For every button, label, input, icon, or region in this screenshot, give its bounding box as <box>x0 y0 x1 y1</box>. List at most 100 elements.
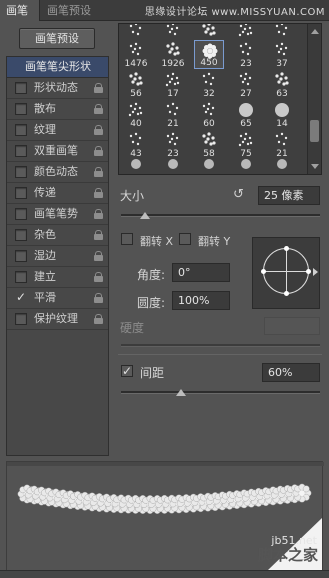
sidebar-item[interactable]: 湿边 <box>7 246 108 267</box>
size-slider-track[interactable] <box>121 214 320 217</box>
brush-tip-cell[interactable]: 450 <box>194 40 224 69</box>
angle-handle-right[interactable] <box>306 269 311 274</box>
sidebar-item-label: 建立 <box>34 270 56 283</box>
brush-tip-cell[interactable]: 65 <box>231 100 261 129</box>
sidebar-item[interactable]: 纹理 <box>7 120 108 141</box>
brush-tip-icon <box>128 102 143 117</box>
option-checkbox[interactable] <box>15 208 27 220</box>
roundness-handle-top[interactable] <box>284 246 289 251</box>
brush-tip-cell[interactable] <box>267 154 297 174</box>
lock-icon[interactable] <box>94 230 103 240</box>
size-field[interactable]: 25 像素 <box>258 186 320 205</box>
lock-icon[interactable] <box>94 104 103 114</box>
option-checkbox[interactable] <box>15 250 27 262</box>
sidebar-item[interactable]: 保护纹理 <box>7 309 108 330</box>
flip-y-label: 翻转 Y <box>198 235 231 248</box>
brush-tip-icon <box>204 159 214 169</box>
lock-icon[interactable] <box>94 167 103 177</box>
brush-tip-cell[interactable]: 1476 <box>121 40 151 69</box>
scroll-down-arrow-icon[interactable] <box>311 164 319 169</box>
lock-icon[interactable] <box>94 83 103 93</box>
brush-presets-button[interactable]: 画笔预设 <box>19 28 95 49</box>
option-checkbox[interactable] <box>15 103 27 115</box>
sidebar-item[interactable]: 形状动态 <box>7 78 108 99</box>
sidebar-item[interactable]: 传递 <box>7 183 108 204</box>
angle-field[interactable]: 0° <box>172 263 230 282</box>
lock-icon[interactable] <box>94 251 103 261</box>
lock-icon[interactable] <box>94 209 103 219</box>
checkmark-icon[interactable]: ✓ <box>15 290 27 304</box>
brush-tip-cell[interactable]: 63 <box>267 70 297 99</box>
flip-x-checkbox[interactable] <box>121 233 133 245</box>
lock-icon[interactable] <box>94 293 103 303</box>
brush-tip-cell[interactable] <box>121 154 151 174</box>
brush-tip-size: 40 <box>130 119 142 129</box>
flip-x-label: 翻转 X <box>140 235 174 248</box>
sidebar-item-label: 颜色动态 <box>34 165 78 178</box>
spacing-slider-track[interactable] <box>121 391 320 394</box>
brush-tip-cell[interactable]: 23 <box>231 40 261 69</box>
brush-tip-size: 32 <box>203 89 215 99</box>
lock-icon[interactable] <box>94 272 103 282</box>
brush-tip-cell[interactable] <box>158 154 188 174</box>
angle-handle-left[interactable] <box>261 269 266 274</box>
option-checkbox[interactable] <box>15 313 27 325</box>
tab-brush[interactable]: 画笔 <box>0 0 40 21</box>
sidebar-item[interactable]: 双重画笔 <box>7 141 108 162</box>
sidebar-item-label: 传递 <box>34 186 56 199</box>
brush-tip-icon <box>202 102 215 116</box>
brush-tip-cell[interactable]: 27 <box>231 70 261 99</box>
brush-tip-cell[interactable]: 17 <box>158 70 188 99</box>
option-checkbox[interactable] <box>15 271 27 283</box>
spacing-field[interactable]: 60% <box>262 363 320 382</box>
brush-tip-cell[interactable] <box>231 154 261 174</box>
brush-options-sidebar: 画笔笔尖形状 形状动态散布 纹理 双重画笔颜色动态传递画笔笔势杂色 湿边建立 ✓ 平滑 保护… <box>6 56 109 456</box>
brush-tip-cell[interactable]: 37 <box>267 40 297 69</box>
sidebar-item-label: 画笔笔势 <box>34 207 78 220</box>
lock-icon[interactable] <box>94 188 103 198</box>
spacing-checkbox[interactable]: ✓ <box>121 364 133 378</box>
sidebar-item[interactable]: 颜色动态 <box>7 162 108 183</box>
brush-tip-cell[interactable] <box>194 154 224 174</box>
roundness-field[interactable]: 100% <box>172 291 230 310</box>
spacing-slider-thumb[interactable] <box>175 389 186 396</box>
brush-tip-cell[interactable]: 32 <box>194 70 224 99</box>
reset-size-icon[interactable]: ↺ <box>233 188 247 202</box>
brush-grid-scrollbar[interactable] <box>307 24 321 174</box>
brush-tip-icon <box>238 24 253 37</box>
brush-tip-cell[interactable]: 14 <box>267 100 297 129</box>
sidebar-item[interactable]: 散布 <box>7 99 108 120</box>
brush-tip-icon <box>241 159 251 169</box>
lock-icon[interactable] <box>94 125 103 135</box>
brush-tip-icon <box>275 103 289 117</box>
option-checkbox[interactable] <box>15 82 27 94</box>
brush-tip-icon <box>275 132 288 146</box>
brush-tip-cell[interactable]: 60 <box>194 100 224 129</box>
tab-brush-presets[interactable]: 画笔预设 <box>41 0 97 21</box>
angle-roundness-widget[interactable] <box>252 237 320 309</box>
brush-tip-icon <box>168 159 178 169</box>
option-checkbox[interactable] <box>15 187 27 199</box>
brush-tip-cell[interactable]: 56 <box>121 70 151 99</box>
flip-y-checkbox[interactable] <box>179 233 191 245</box>
option-checkbox[interactable] <box>15 229 27 241</box>
sidebar-item-label: 形状动态 <box>34 81 78 94</box>
option-checkbox[interactable] <box>15 124 27 136</box>
option-checkbox[interactable] <box>15 166 27 178</box>
roundness-handle-bottom[interactable] <box>284 291 289 296</box>
brush-tip-cell[interactable]: 40 <box>121 100 151 129</box>
lock-icon[interactable] <box>94 146 103 156</box>
brush-tip-icon <box>202 132 216 146</box>
size-slider-thumb[interactable] <box>139 212 150 219</box>
lock-icon[interactable] <box>94 314 103 324</box>
option-checkbox[interactable] <box>15 145 27 157</box>
scroll-thumb[interactable] <box>310 120 319 142</box>
brush-tip-cell[interactable]: 1926 <box>158 40 188 69</box>
sidebar-item[interactable]: ✓ 平滑 <box>7 288 108 309</box>
scroll-up-arrow-icon[interactable] <box>311 29 319 34</box>
brush-tip-cell[interactable]: 21 <box>158 100 188 129</box>
sidebar-item[interactable]: 画笔笔势 <box>7 204 108 225</box>
sidebar-item[interactable]: 杂色 <box>7 225 108 246</box>
sidebar-item-brush-tip-shape[interactable]: 画笔笔尖形状 <box>7 57 108 78</box>
sidebar-item[interactable]: 建立 <box>7 267 108 288</box>
